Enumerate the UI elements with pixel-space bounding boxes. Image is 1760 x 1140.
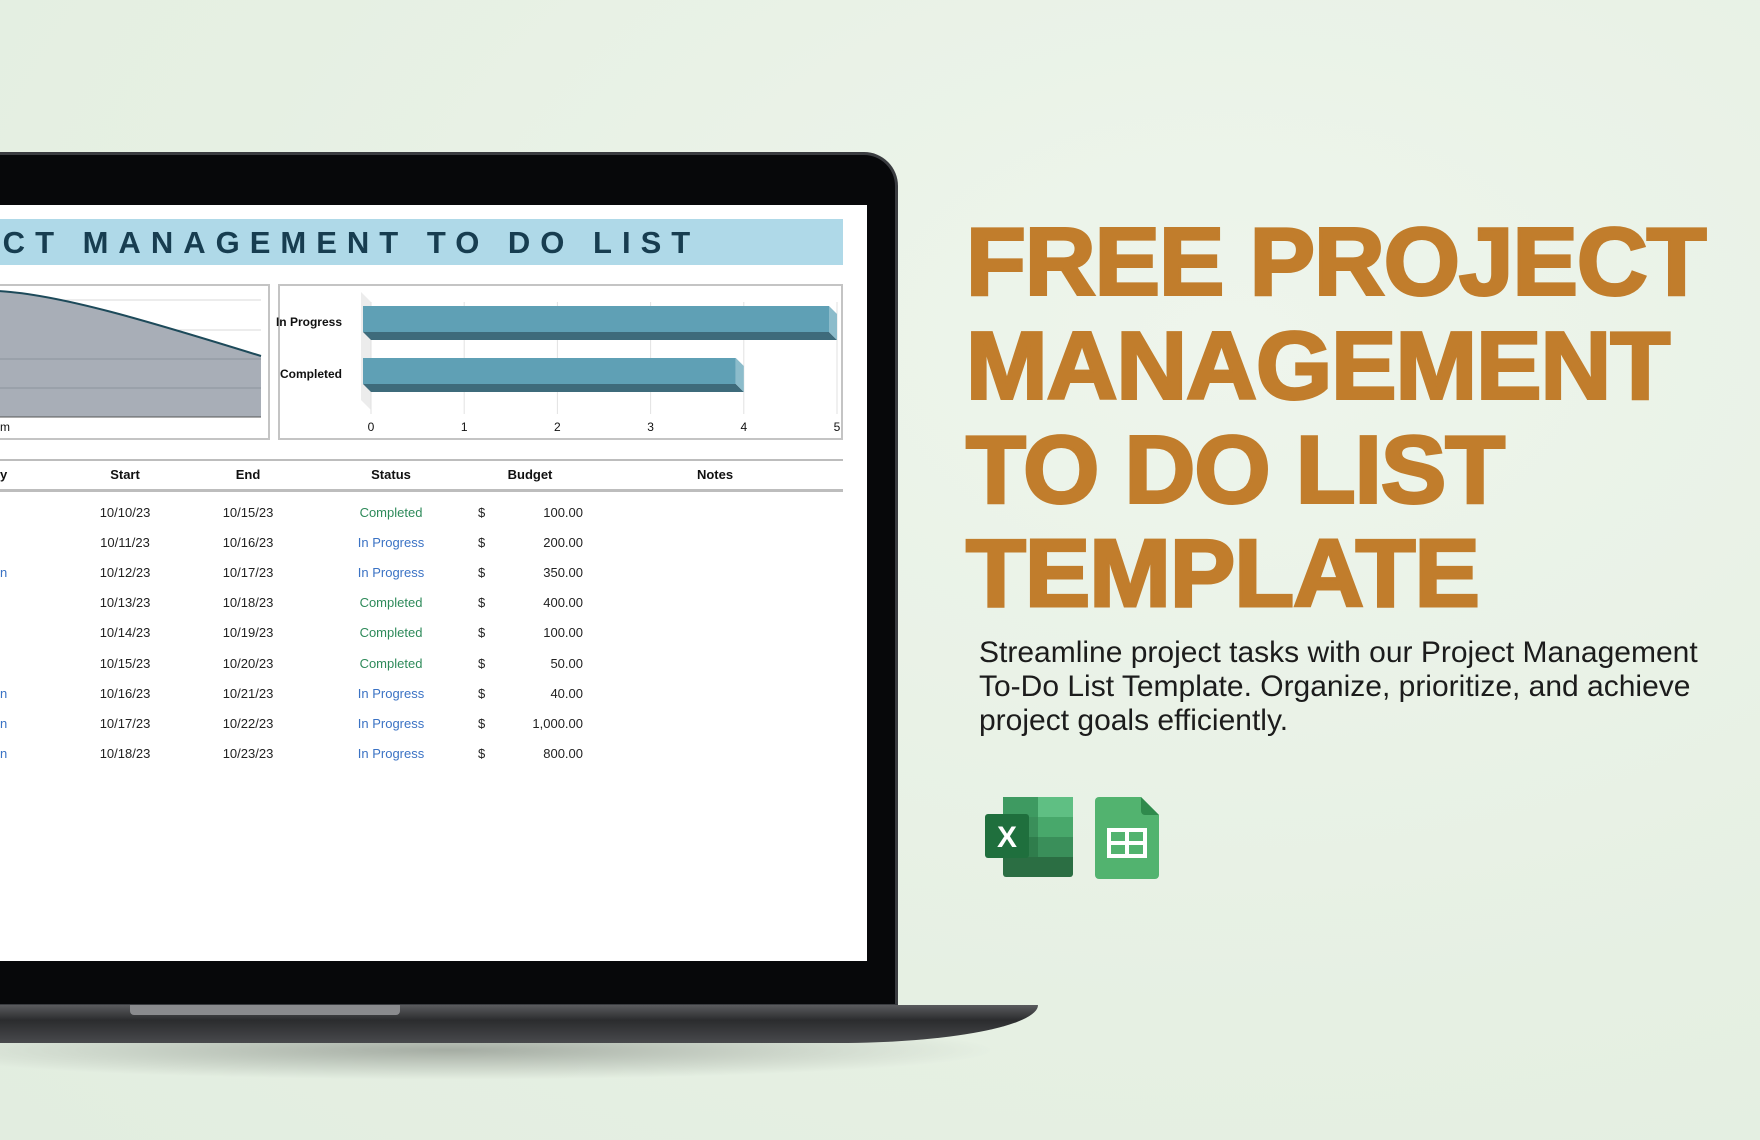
cell-status: In Progress [357, 745, 425, 761]
promo-description: Streamline project tasks with our Projec… [979, 636, 1698, 737]
cell-start: 10/14/23 [99, 625, 151, 641]
cell-start: 10/10/23 [99, 505, 151, 520]
cell-currency: $ [478, 745, 486, 761]
cell-status: Completed [359, 655, 423, 671]
table-row: n 10/17/23 10/22/23 In Progress $1,000.00 [0, 716, 843, 746]
cell-end: 10/23/23 [222, 745, 274, 761]
cell-budget: 100.00 [543, 505, 583, 520]
cell-budget: 800.00 [543, 745, 583, 761]
cell-end: 10/16/23 [222, 535, 274, 551]
cell-status: Completed [359, 595, 423, 611]
sheet-title-band: ECT MANAGEMENT TO DO LIST [0, 219, 843, 265]
table-row: 10/15/23 10/20/23 Completed $50.00 [0, 656, 843, 686]
cell-end: 10/21/23 [222, 685, 274, 701]
cell-end: 10/18/23 [222, 595, 274, 611]
area-chart-axis-label: m [0, 420, 10, 434]
cell-status: In Progress [357, 715, 425, 731]
cell-start: 10/17/23 [99, 715, 151, 731]
bar-in-progress [363, 306, 829, 332]
cell-budget: 350.00 [543, 565, 583, 581]
header-bottom-border [0, 489, 843, 492]
cell-end: 10/20/23 [222, 655, 274, 671]
svg-text:X: X [997, 821, 1017, 854]
header-start: Start [110, 467, 140, 482]
table-row: n 10/16/23 10/21/23 In Progress $40.00 [0, 686, 843, 716]
bar-completed [363, 358, 736, 384]
table-row: 10/10/23 10/15/23 Completed $100.00 [0, 505, 843, 535]
table-row: n 10/18/23 10/23/23 In Progress $800.00 [0, 746, 843, 776]
header-end: End [235, 467, 261, 482]
bar-bottom-face [363, 384, 744, 392]
table-top-border [0, 459, 843, 461]
cell-currency: $ [478, 595, 486, 611]
x-tick-label: 3 [647, 420, 654, 434]
cell-priority: n [0, 565, 8, 581]
cell-currency: $ [478, 685, 486, 701]
category-label: Completed [279, 367, 342, 381]
headline-line: MANAGEMENT [964, 311, 1671, 419]
headline-line: FREE PROJECT [964, 207, 1707, 316]
category-label: In Progress [275, 315, 342, 329]
spreadsheet-screen: ECT MANAGEMENT TO DO LIST m In Progress C… [0, 205, 867, 961]
status-bar-chart: In Progress Completed 0 1 2 3 4 5 [276, 284, 843, 440]
table-row: 10/14/23 10/19/23 Completed $100.00 [0, 625, 843, 655]
x-tick-label: 1 [460, 420, 468, 434]
promo-headline: FREE PROJECT MANAGEMENT TO DO LIST TEMPL… [964, 207, 1707, 627]
cell-end: 10/15/23 [222, 505, 274, 520]
cell-currency: $ [478, 715, 486, 731]
cell-currency: $ [478, 655, 486, 671]
cell-priority: n [0, 745, 8, 761]
x-tick-label: 4 [740, 420, 748, 434]
cell-priority: n [0, 715, 8, 731]
laptop-hinge [130, 1005, 400, 1015]
table-row: 10/11/23 10/16/23 In Progress $200.00 [0, 535, 843, 565]
cell-budget: 200.00 [543, 535, 583, 551]
cell-status: In Progress [357, 685, 425, 701]
area-series [0, 291, 261, 417]
cell-start: 10/18/23 [99, 745, 151, 761]
header-notes: Notes [696, 467, 734, 482]
cell-start: 10/16/23 [99, 685, 151, 701]
header-budget: Budget [507, 467, 553, 482]
cell-budget: 400.00 [543, 595, 583, 611]
cell-status: In Progress [357, 565, 425, 581]
table-row: n 10/12/23 10/17/23 In Progress $350.00 [0, 565, 843, 595]
x-tick-label: 5 [833, 420, 841, 434]
cell-currency: $ [478, 535, 486, 551]
cell-status: Completed [359, 505, 423, 520]
cell-start: 10/12/23 [99, 565, 151, 581]
cell-budget: 100.00 [543, 625, 583, 641]
cell-end: 10/19/23 [222, 625, 274, 641]
google-sheets-icon [1095, 797, 1159, 879]
cell-priority: n [0, 685, 8, 701]
bar-bottom-face [363, 332, 837, 340]
cell-start: 10/15/23 [99, 655, 151, 671]
headline-line: TO DO LIST [964, 415, 1506, 523]
cell-currency: $ [478, 625, 486, 641]
table-row: 10/13/23 10/18/23 Completed $400.00 [0, 595, 843, 625]
header-status: Status [371, 467, 411, 482]
cell-budget: 1,000.00 [532, 715, 583, 731]
cell-end: 10/22/23 [222, 715, 274, 731]
cell-budget: 40.00 [550, 685, 583, 701]
area-chart: m [0, 284, 270, 440]
cell-status: In Progress [357, 535, 425, 551]
x-tick-label: 0 [367, 420, 375, 434]
cell-currency: $ [478, 565, 486, 581]
x-tick-label: 2 [554, 420, 561, 434]
cell-status: Completed [359, 625, 423, 641]
cell-start: 10/13/23 [99, 595, 151, 611]
headline-line: TEMPLATE [964, 518, 1481, 627]
cell-end: 10/17/23 [222, 565, 274, 581]
cell-start: 10/11/23 [100, 535, 150, 551]
cell-budget: 50.00 [550, 655, 583, 671]
header-priority: y [0, 467, 8, 482]
cell-currency: $ [478, 505, 486, 520]
sheet-title: ECT MANAGEMENT TO DO LIST [0, 225, 701, 260]
excel-icon: X [985, 797, 1075, 877]
